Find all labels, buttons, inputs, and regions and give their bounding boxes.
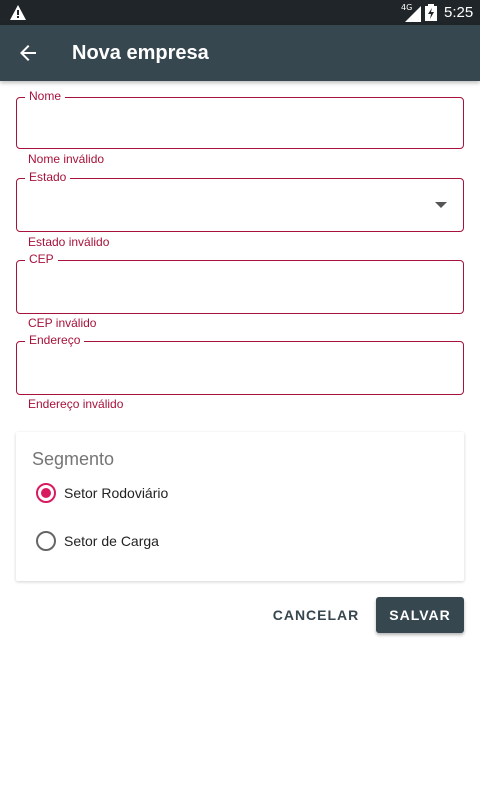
- estado-select[interactable]: Estado: [16, 170, 464, 232]
- radio-unchecked-icon[interactable]: [36, 531, 56, 551]
- radio-setor-de-carga[interactable]: Setor de Carga: [36, 529, 159, 553]
- segmento-title: Segmento: [32, 449, 115, 469]
- estado-label: Estado: [25, 170, 71, 184]
- estado-error: Estado inválido: [28, 235, 110, 249]
- battery-charging-icon: [425, 4, 437, 21]
- cep-input[interactable]: [29, 269, 429, 303]
- nome-error: Nome inválido: [28, 152, 105, 166]
- endereco-field[interactable]: Endereço: [16, 333, 464, 395]
- radio-checked-icon[interactable]: [36, 483, 56, 503]
- radio-label: Setor de Carga: [64, 533, 159, 549]
- cep-label: CEP: [25, 252, 58, 266]
- nome-field[interactable]: Nome: [16, 89, 464, 149]
- radio-label: Setor Rodoviário: [64, 485, 169, 501]
- dropdown-arrow-icon[interactable]: [435, 202, 447, 208]
- status-time: 5:25: [444, 4, 474, 21]
- endereco-label: Endereço: [25, 333, 85, 347]
- nome-label: Nome: [25, 89, 66, 103]
- back-arrow-icon[interactable]: [16, 41, 40, 65]
- app-bar: Nova empresa: [0, 25, 480, 81]
- save-button[interactable]: SALVAR: [376, 597, 464, 633]
- page-title: Nova empresa: [72, 42, 209, 64]
- cep-field[interactable]: CEP: [16, 252, 464, 314]
- nome-input[interactable]: [29, 106, 429, 140]
- estado-value[interactable]: [29, 187, 429, 221]
- network-type-label: 4G: [401, 3, 413, 12]
- segmento-card: Segmento Setor Rodoviário Setor de Carga: [16, 432, 464, 581]
- cep-error: CEP inválido: [28, 316, 97, 330]
- endereco-error: Endereço inválido: [28, 397, 124, 411]
- radio-setor-rodoviario[interactable]: Setor Rodoviário: [36, 481, 168, 505]
- endereco-input[interactable]: [29, 350, 429, 384]
- warning-icon: [10, 5, 26, 20]
- cancel-button[interactable]: CANCELAR: [268, 597, 364, 633]
- status-bar: 4G 5:25: [0, 0, 480, 25]
